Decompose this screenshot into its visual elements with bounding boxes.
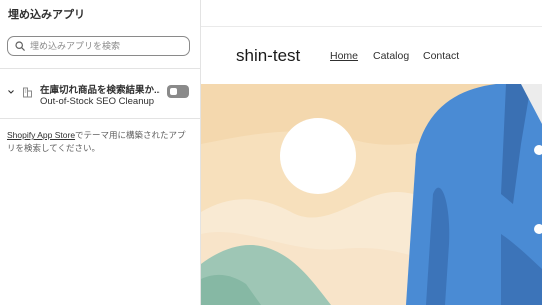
app-icon: [23, 87, 32, 98]
nav-home[interactable]: Home: [330, 50, 358, 62]
sidebar-title: 埋め込みアプリ: [8, 9, 85, 21]
announcement-bar: [201, 0, 542, 27]
divider: [0, 118, 200, 119]
toggle-knob: [170, 88, 177, 95]
chevron-down-icon[interactable]: [7, 88, 15, 96]
embedded-apps-sidebar: 埋め込みアプリ 在庫切れ商品を検索結果か... Out-of-Stock SEO…: [0, 0, 201, 305]
search-input[interactable]: [30, 41, 180, 51]
app-store-link[interactable]: Shopify App Store: [7, 130, 75, 140]
divider: [0, 68, 200, 69]
app-search-field[interactable]: [7, 36, 190, 56]
app-subtitle: Out-of-Stock SEO Cleanup: [40, 96, 155, 107]
app-title: 在庫切れ商品を検索結果か...: [40, 85, 160, 96]
app-list-item[interactable]: 在庫切れ商品を検索結果か... Out-of-Stock SEO Cleanup: [0, 72, 200, 116]
nav-contact[interactable]: Contact: [423, 50, 459, 62]
app-enable-toggle[interactable]: [167, 85, 189, 98]
nav-catalog[interactable]: Catalog: [373, 50, 409, 62]
store-logo[interactable]: shin-test: [236, 46, 300, 66]
search-icon: [15, 41, 25, 51]
theme-preview: shin-test Home Catalog Contact: [201, 0, 542, 305]
app-store-note: Shopify App Storeでテーマ用に構築されたアプリを検索してください…: [7, 129, 193, 155]
hero-image: [201, 84, 542, 305]
store-header: shin-test Home Catalog Contact: [201, 27, 542, 84]
